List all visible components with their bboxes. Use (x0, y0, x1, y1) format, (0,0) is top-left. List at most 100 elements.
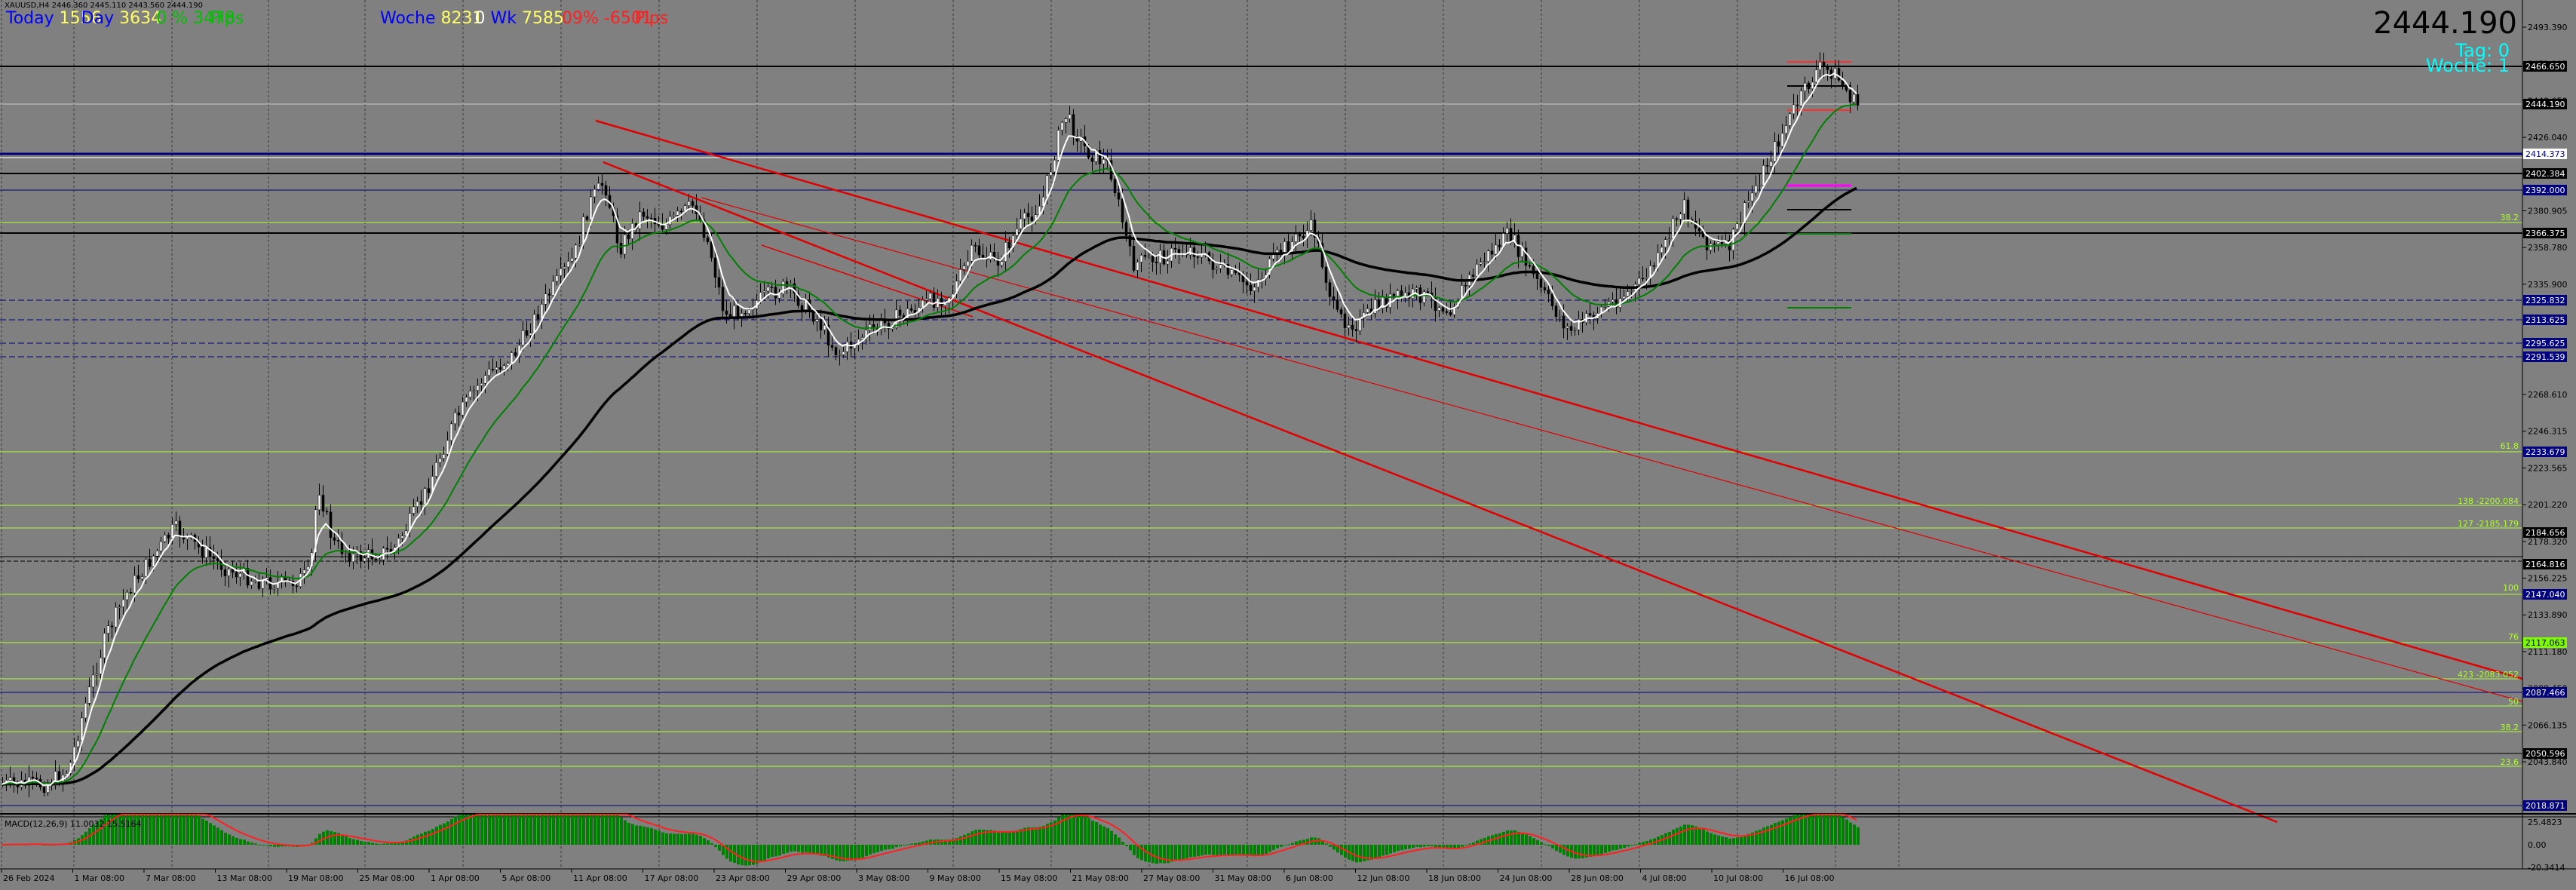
macd-bar (1163, 845, 1166, 864)
svg-text:2050.596: 2050.596 (2525, 749, 2565, 759)
macd-bar (533, 815, 536, 845)
date-tick: 7 Mar 08:00 (146, 873, 195, 883)
price-chart[interactable]: 2493.3902471.2952448.6502426.0402403.475… (0, 0, 2576, 890)
macd-bar (435, 827, 438, 845)
price-tick: 2335.900 (2528, 280, 2568, 290)
macd-bar (209, 823, 212, 845)
svg-text:2291.539: 2291.539 (2525, 352, 2565, 362)
macd-bar (1197, 845, 1200, 857)
macd-bar (1736, 837, 1739, 845)
macd-bar (616, 815, 619, 845)
macd-bar (1080, 815, 1083, 845)
macd-bar (420, 833, 423, 845)
level-tag: 2313.625 (2523, 315, 2567, 325)
macd-bar (808, 845, 811, 853)
macd-bar (793, 845, 796, 852)
macd-bar (439, 824, 442, 845)
macd-bar (224, 833, 227, 845)
macd-bar (1834, 815, 1837, 845)
macd-bar (695, 834, 698, 845)
macd-bar (1393, 845, 1396, 852)
macd-bar (1201, 845, 1204, 856)
macd-bar (850, 845, 853, 861)
macd-bar (1642, 842, 1645, 845)
svg-text:2295.625: 2295.625 (2525, 339, 2565, 348)
week-pct: 09% (562, 9, 599, 28)
macd-bar (1129, 845, 1132, 851)
macd-bar (1676, 827, 1679, 845)
macd-bar (1547, 845, 1550, 846)
macd-bar (1106, 827, 1109, 845)
macd-bar (1038, 827, 1041, 845)
macd-bar (1630, 845, 1633, 846)
price-tick: 2223.565 (2528, 463, 2568, 473)
date-tick: 26 Feb 2024 (3, 873, 54, 883)
macd-bar (1740, 836, 1743, 845)
svg-text:2018.871: 2018.871 (2525, 801, 2565, 811)
macd-bar (635, 825, 638, 845)
macd-bar (790, 845, 793, 852)
macd-bar (778, 845, 781, 856)
macd-bar (759, 845, 762, 862)
svg-text:2414.373: 2414.373 (2525, 149, 2565, 159)
macd-bar (895, 845, 898, 848)
macd-bar (1408, 845, 1411, 849)
level-tag: 2392.000 (2523, 185, 2567, 195)
macd-bar (1385, 845, 1388, 855)
macd-bar (522, 815, 525, 845)
macd-bar (899, 845, 902, 846)
macd-bar (1250, 845, 1253, 856)
level-tag: 2466.650 (2523, 61, 2567, 72)
macd-bar (1781, 820, 1784, 845)
macd-bar (541, 815, 544, 845)
date-tick: 9 May 08:00 (930, 873, 981, 883)
macd-bar (529, 815, 532, 845)
macd-bar (1698, 827, 1701, 845)
macd-bar (857, 845, 860, 859)
macd-bar (1725, 836, 1728, 845)
macd-bar (1502, 831, 1505, 845)
macd-bar (171, 815, 174, 845)
macd-bar (232, 836, 235, 845)
macd-bar (658, 830, 661, 845)
level-tag: 2295.625 (2523, 338, 2567, 348)
macd-bar (213, 825, 216, 845)
macd-bar (431, 829, 434, 845)
macd-bar (1743, 835, 1746, 845)
macd-bar (774, 845, 777, 857)
macd-bar (360, 841, 363, 845)
macd-bar (458, 815, 461, 845)
macd-bar (1506, 830, 1509, 845)
macd-bar (145, 815, 148, 845)
macd-bar (375, 843, 378, 845)
macd-bar (631, 824, 634, 845)
macd-bar (861, 845, 864, 858)
macd-bar (1329, 845, 1332, 847)
macd-bar (1525, 834, 1528, 845)
macd-bar (190, 815, 193, 845)
macd-bar (518, 815, 521, 845)
macd-bar (582, 815, 585, 845)
macd-bar (167, 815, 170, 845)
svg-text:2117.063: 2117.063 (2525, 638, 2565, 648)
macd-bar (480, 815, 483, 845)
macd-bar (993, 830, 996, 845)
date-tick: 10 Jul 08:00 (1713, 873, 1763, 883)
price-tick: 2066.135 (2528, 720, 2568, 730)
macd-bar (1295, 841, 1298, 845)
date-tick: 13 Mar 08:00 (217, 873, 272, 883)
macd-bar (1174, 845, 1177, 861)
macd-bar (1193, 845, 1196, 857)
price-tick: 2358.780 (2528, 243, 2568, 253)
macd-bar (888, 845, 891, 849)
macd-bar (454, 816, 457, 845)
macd-bar (1498, 833, 1501, 845)
macd-bar (1185, 845, 1188, 859)
macd-bar (1853, 824, 1856, 845)
level-tag: 2184.656 (2523, 527, 2567, 538)
macd-bar (194, 815, 197, 845)
macd-bar (744, 845, 747, 866)
price-tick: 2380.905 (2528, 207, 2568, 216)
macd-bar (1102, 826, 1106, 845)
week-wk: Wk (490, 9, 517, 28)
